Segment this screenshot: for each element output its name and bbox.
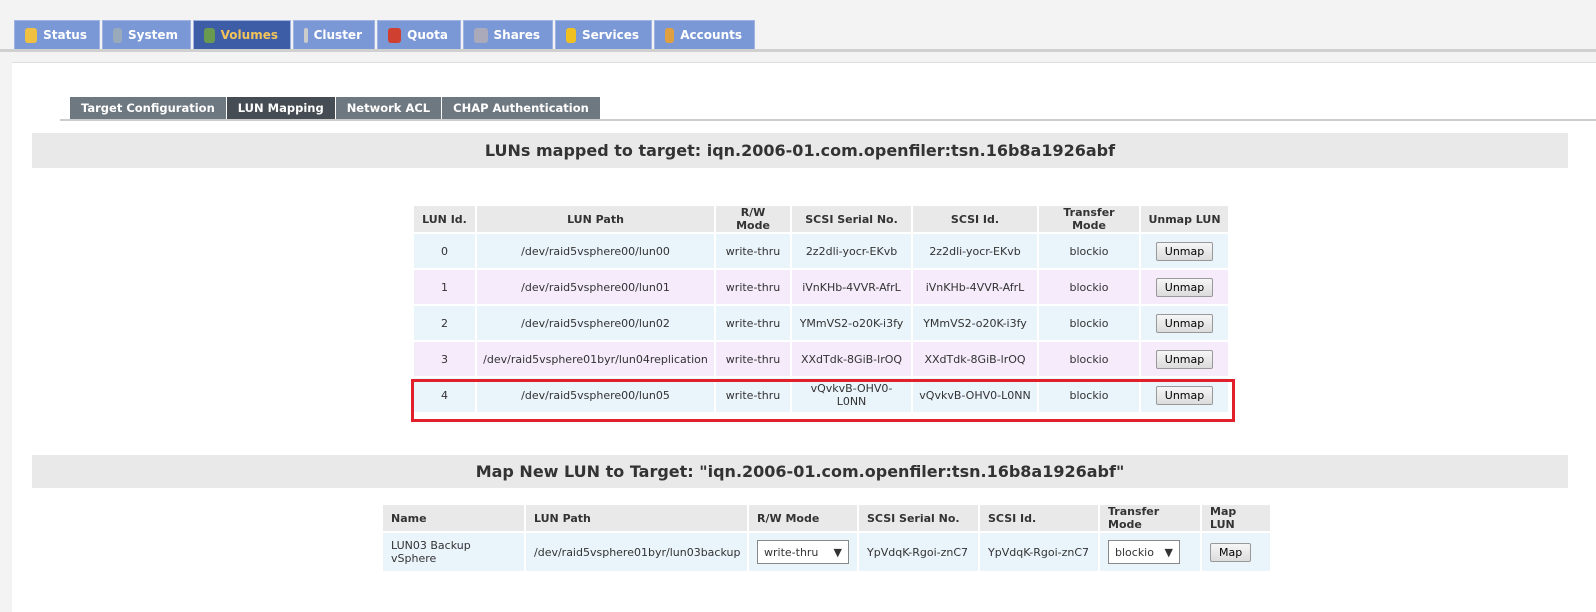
tab-label: Status bbox=[43, 28, 87, 42]
table-row: 3/dev/raid5vsphere01byr/lun04replication… bbox=[414, 342, 1228, 376]
table-cell: iVnKHb-4VVR-AfrL bbox=[792, 270, 911, 304]
table-cell: YMmVS2-o20K-i3fy bbox=[913, 306, 1037, 340]
map-button[interactable]: Map bbox=[1210, 542, 1252, 562]
tab-status[interactable]: Status bbox=[14, 20, 100, 50]
tab-shares[interactable]: Shares bbox=[463, 20, 553, 50]
unmap-button[interactable]: Unmap bbox=[1155, 313, 1214, 333]
table-cell: blockio bbox=[1039, 306, 1139, 340]
column-header: R/W Mode bbox=[716, 206, 790, 232]
table-cell: 2z2dli-yocr-EKvb bbox=[913, 234, 1037, 268]
pie-icon bbox=[388, 27, 402, 43]
table-cell: /dev/raid5vsphere00/lun01 bbox=[477, 270, 714, 304]
nav-divider bbox=[0, 49, 1596, 52]
scsi-id: YpVdqK-Rgoi-znC7 bbox=[980, 533, 1098, 571]
table-row: 1/dev/raid5vsphere00/lun01 write-thru iVnK… bbox=[414, 270, 1228, 304]
unmap-button[interactable]: Unmap bbox=[1155, 241, 1214, 261]
table-cell: /dev/raid5vsphere00/lun00 bbox=[477, 234, 714, 268]
column-header: Transfer Mode bbox=[1039, 206, 1139, 232]
table-cell: 1 bbox=[414, 270, 475, 304]
transfer-mode-value: blockio bbox=[1115, 545, 1154, 559]
subtab-network-acl[interactable]: Network ACL bbox=[335, 97, 442, 119]
tab-label: Services bbox=[581, 28, 639, 42]
subtab-target-configuration[interactable]: Target Configuration bbox=[70, 97, 226, 119]
table-cell: write-thru bbox=[716, 306, 790, 340]
table-cell: XXdTdk-8GiB-lrOQ bbox=[792, 342, 911, 376]
disk-icon bbox=[204, 27, 215, 43]
network-share-icon bbox=[474, 27, 488, 43]
column-header: SCSI Serial No. bbox=[859, 505, 978, 531]
table-row: 0/dev/raid5vsphere00/lun00 write-thru 2z2d… bbox=[414, 234, 1228, 268]
tab-volumes[interactable]: Volumes bbox=[193, 20, 291, 50]
unmap-button[interactable]: Unmap bbox=[1155, 349, 1214, 369]
column-header: LUN Id. bbox=[414, 206, 475, 232]
tab-label: Shares bbox=[493, 28, 540, 42]
column-header: Name bbox=[383, 505, 524, 531]
lun-path: /dev/raid5vsphere01byr/lun03backup bbox=[526, 533, 747, 571]
tab-label: Accounts bbox=[680, 28, 742, 42]
table-cell: blockio bbox=[1039, 342, 1139, 376]
column-header: Transfer Mode bbox=[1100, 505, 1200, 531]
table-cell: blockio bbox=[1039, 234, 1139, 268]
column-header: Unmap LUN bbox=[1141, 206, 1228, 232]
weather-icon bbox=[25, 27, 38, 43]
map-new-lun-heading: Map New LUN to Target: "iqn.2006-01.com.… bbox=[32, 455, 1568, 488]
tab-services[interactable]: Services bbox=[555, 20, 652, 50]
table-row: 2/dev/raid5vsphere00/lun02 write-thru YMmV… bbox=[414, 306, 1228, 340]
column-header: SCSI Serial No. bbox=[792, 206, 911, 232]
column-header: LUN Path bbox=[526, 505, 747, 531]
table-cell: /dev/raid5vsphere00/lun02 bbox=[477, 306, 714, 340]
tab-label: Volumes bbox=[220, 28, 278, 42]
column-header: SCSI Id. bbox=[980, 505, 1098, 531]
sub-nav: Target Configuration LUN Mapping Network A… bbox=[70, 97, 600, 119]
map-new-lun-table: Name LUN Path R/W Mode SCSI Serial No. SCSI … bbox=[381, 503, 1272, 573]
subnav-divider bbox=[60, 119, 1596, 121]
computer-icon bbox=[113, 27, 122, 43]
table-cell: iVnKHb-4VVR-AfrL bbox=[913, 270, 1037, 304]
table-cell: write-thru bbox=[716, 270, 790, 304]
tab-quota[interactable]: Quota bbox=[377, 20, 461, 50]
highlight-box bbox=[411, 379, 1235, 422]
table-cell: XXdTdk-8GiB-lrOQ bbox=[913, 342, 1037, 376]
chevron-down-icon: ▼ bbox=[833, 545, 842, 559]
table-cell: 2 bbox=[414, 306, 475, 340]
tab-accounts[interactable]: Accounts bbox=[654, 20, 755, 50]
subtab-lun-mapping[interactable]: LUN Mapping bbox=[226, 97, 335, 119]
tab-label: Quota bbox=[407, 28, 448, 42]
table-cell: write-thru bbox=[716, 234, 790, 268]
mapped-luns-heading: LUNs mapped to target: iqn.2006-01.com.o… bbox=[32, 133, 1568, 168]
column-header: SCSI Id. bbox=[913, 206, 1037, 232]
rw-mode-value: write-thru bbox=[764, 545, 819, 559]
tab-cluster[interactable]: Cluster bbox=[293, 20, 375, 50]
table-row: LUN03 Backup vSphere /dev/raid5vsphere01… bbox=[383, 533, 1270, 571]
table-cell: 3 bbox=[414, 342, 475, 376]
table-cell: /dev/raid5vsphere01byr/lun04replication bbox=[477, 342, 714, 376]
tab-label: Cluster bbox=[313, 28, 362, 42]
tab-system[interactable]: System bbox=[102, 20, 191, 50]
column-header: LUN Path bbox=[477, 206, 714, 232]
transfer-mode-select[interactable]: blockio ▼ bbox=[1108, 540, 1180, 564]
table-cell: 0 bbox=[414, 234, 475, 268]
table-cell: blockio bbox=[1039, 270, 1139, 304]
unmap-button[interactable]: Unmap bbox=[1155, 277, 1214, 297]
server-icon bbox=[304, 27, 308, 43]
lun-name: LUN03 Backup vSphere bbox=[383, 533, 524, 571]
scsi-serial: YpVdqK-Rgoi-znC7 bbox=[859, 533, 978, 571]
lightning-icon bbox=[566, 27, 576, 43]
column-header: R/W Mode bbox=[749, 505, 857, 531]
column-header: Map LUN bbox=[1202, 505, 1270, 531]
subtab-chap-authentication[interactable]: CHAP Authentication bbox=[442, 97, 600, 119]
users-icon bbox=[665, 27, 675, 43]
table-cell: write-thru bbox=[716, 342, 790, 376]
chevron-down-icon: ▼ bbox=[1164, 545, 1173, 559]
tab-label: System bbox=[128, 28, 178, 42]
main-nav: Status System Volumes Cluster Quota Shares Ser… bbox=[14, 20, 755, 50]
rw-mode-select[interactable]: write-thru ▼ bbox=[757, 540, 849, 564]
table-cell: YMmVS2-o20K-i3fy bbox=[792, 306, 911, 340]
table-cell: 2z2dli-yocr-EKvb bbox=[792, 234, 911, 268]
